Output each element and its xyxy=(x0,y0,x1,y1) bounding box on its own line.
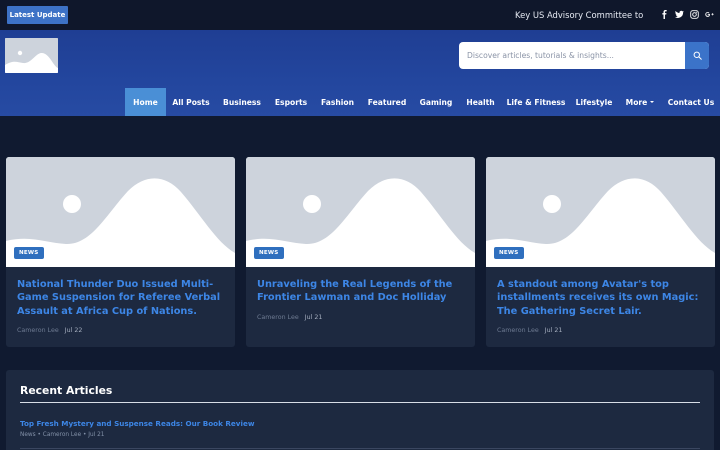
search-box xyxy=(459,42,709,69)
site-header: Home All Posts Business Esports Fashion … xyxy=(0,30,720,116)
facebook-icon[interactable] xyxy=(659,9,669,19)
nav-item-fashion[interactable]: Fashion xyxy=(319,88,356,116)
search-input[interactable] xyxy=(459,42,685,69)
twitter-icon[interactable] xyxy=(674,9,684,19)
post-card-meta: Cameron Lee Jul 21 xyxy=(497,327,562,337)
divider xyxy=(20,402,700,403)
post-card[interactable]: NEWS National Thunder Duo Issued Multi-G… xyxy=(6,157,235,347)
instagram-icon[interactable] xyxy=(689,9,699,19)
nav-item-esports[interactable]: Esports xyxy=(272,88,310,116)
search-icon xyxy=(693,51,702,60)
chevron-down-icon xyxy=(650,101,655,103)
post-date: Jul 21 xyxy=(544,327,563,334)
post-date: Jul 21 xyxy=(304,314,323,321)
post-card-title[interactable]: Unraveling the Real Legends of the Front… xyxy=(257,278,467,305)
recent-article-meta: News • Cameron Lee • Jul 21 xyxy=(20,432,105,438)
nav-item-business[interactable]: Business xyxy=(220,88,264,116)
nav-item-more[interactable]: More xyxy=(624,88,656,116)
nav-item-contact-us[interactable]: Contact Us xyxy=(668,88,714,116)
section-title: Recent Articles xyxy=(20,384,113,397)
latest-update-button[interactable]: Latest Update xyxy=(7,6,68,24)
nav-item-health[interactable]: Health xyxy=(465,88,496,116)
main-nav: Home All Posts Business Esports Fashion … xyxy=(0,88,720,116)
nav-item-featured[interactable]: Featured xyxy=(366,88,408,116)
image-placeholder-icon xyxy=(5,38,58,73)
post-card-meta: Cameron Lee Jul 21 xyxy=(257,314,322,324)
post-card-title[interactable]: National Thunder Duo Issued Multi-Game S… xyxy=(17,278,227,318)
recent-articles-section: Recent Articles Top Fresh Mystery and Su… xyxy=(6,370,714,450)
post-card[interactable]: NEWS Unraveling the Real Legends of the … xyxy=(246,157,475,347)
post-author[interactable]: Cameron Lee xyxy=(17,327,59,334)
post-date: Jul 22 xyxy=(64,327,83,334)
post-card-meta: Cameron Lee Jul 22 xyxy=(17,327,82,337)
news-ticker[interactable]: Key US Advisory Committee to Cast Its Vo… xyxy=(515,8,646,22)
category-badge[interactable]: NEWS xyxy=(254,247,284,259)
post-author[interactable]: Cameron Lee xyxy=(257,314,299,321)
nav-item-home[interactable]: Home xyxy=(125,88,166,116)
divider xyxy=(20,448,700,449)
recent-article-title[interactable]: Top Fresh Mystery and Suspense Reads: Ou… xyxy=(20,419,254,428)
top-bar: Latest Update Key US Advisory Committee … xyxy=(0,0,720,30)
category-badge[interactable]: NEWS xyxy=(494,247,524,259)
nav-item-all-posts[interactable]: All Posts xyxy=(170,88,212,116)
category-badge[interactable]: NEWS xyxy=(14,247,44,259)
nav-item-life-fitness[interactable]: Life & Fitness xyxy=(507,88,566,116)
nav-item-gaming[interactable]: Gaming xyxy=(418,88,454,116)
site-logo[interactable] xyxy=(5,38,58,73)
post-author[interactable]: Cameron Lee xyxy=(497,327,539,334)
post-card[interactable]: NEWS A standout among Avatar's top insta… xyxy=(486,157,715,347)
nav-item-more-label: More xyxy=(625,97,648,107)
post-card-title[interactable]: A standout among Avatar's top installmen… xyxy=(497,278,707,318)
search-button[interactable] xyxy=(685,42,709,69)
nav-item-lifestyle[interactable]: Lifestyle xyxy=(575,88,613,116)
google-plus-icon[interactable] xyxy=(704,9,714,19)
